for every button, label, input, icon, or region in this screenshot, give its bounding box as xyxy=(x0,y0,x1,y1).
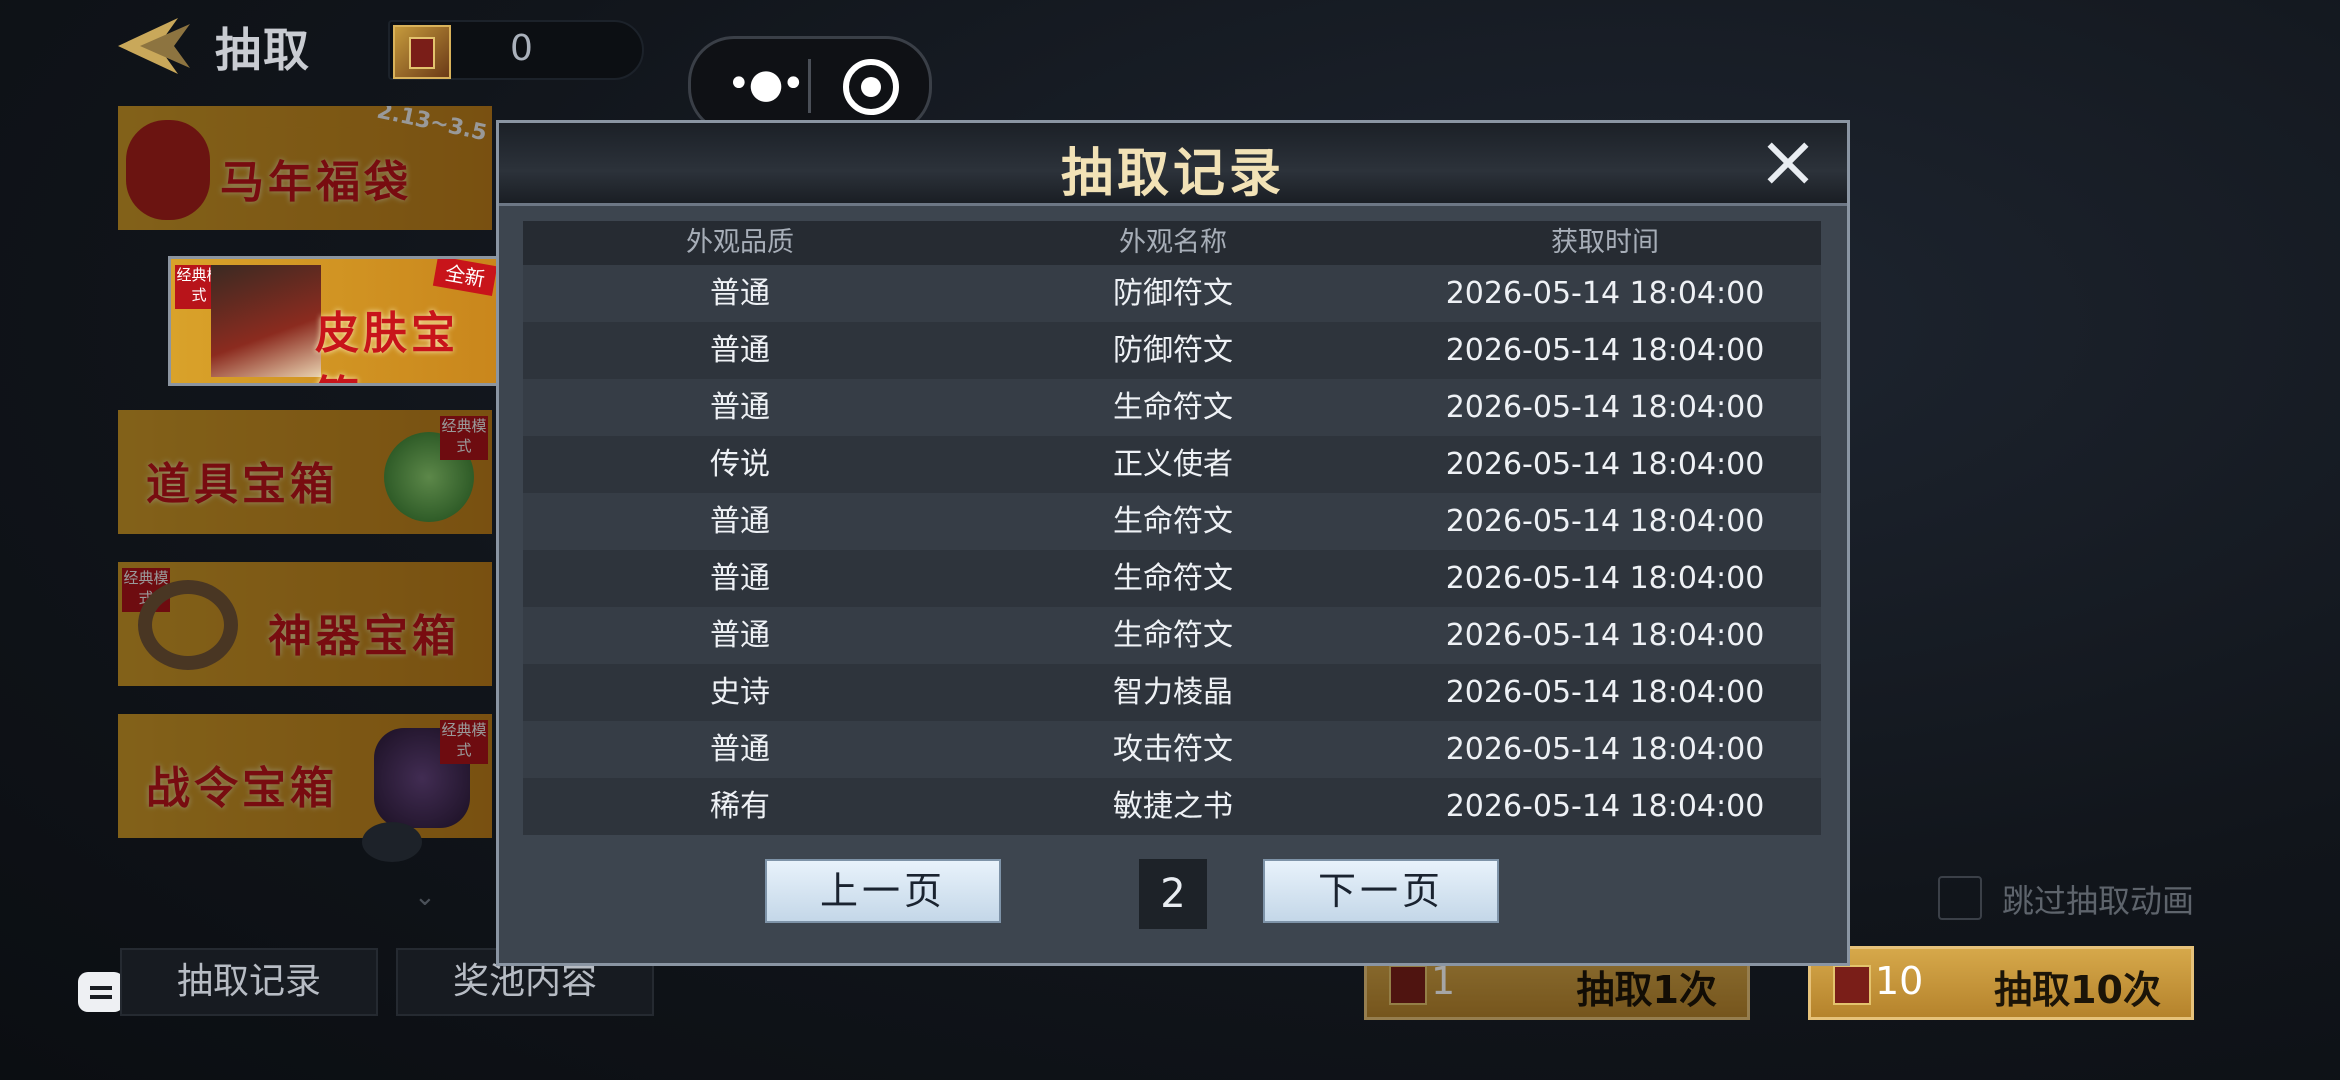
cell-name: 生命符文 xyxy=(1113,561,1233,596)
column-header-time: 获取时间 xyxy=(1551,227,1659,258)
cell-name: 防御符文 xyxy=(1113,333,1233,368)
column-header-quality: 外观品质 xyxy=(686,227,794,258)
banner-battle-pass-box[interactable]: 战令宝箱 经典模式 xyxy=(118,714,492,838)
cell-time: 2026-05-14 18:04:00 xyxy=(1445,561,1765,596)
cell-name: 智力棱晶 xyxy=(1113,675,1233,710)
draw-records-tab[interactable]: 抽取记录 xyxy=(120,948,378,1016)
draw-ten-button[interactable]: 10 抽取10次 xyxy=(1808,946,2194,1020)
currency-display: 0 xyxy=(388,20,644,80)
cell-quality: 稀有 xyxy=(710,789,770,824)
cell-name: 敏捷之书 xyxy=(1113,789,1233,824)
table-row: 普通 生命符文 2026-05-14 18:04:00 xyxy=(523,493,1821,550)
cell-quality: 史诗 xyxy=(710,675,770,710)
records-table: 外观品质 外观名称 获取时间 普通 防御符文 2026-05-14 18:04:00… xyxy=(523,221,1821,835)
cell-quality: 普通 xyxy=(710,333,770,368)
chat-icon[interactable] xyxy=(78,972,124,1012)
cell-time: 2026-05-14 18:04:00 xyxy=(1445,276,1765,311)
table-header: 外观品质 外观名称 获取时间 xyxy=(523,221,1821,265)
cell-name: 防御符文 xyxy=(1113,276,1233,311)
banner-item-box[interactable]: 道具宝箱 经典模式 xyxy=(118,410,492,534)
cell-quality: 普通 xyxy=(710,504,770,539)
skip-animation-checkbox[interactable] xyxy=(1938,876,1982,920)
table-row: 传说 正义使者 2026-05-14 18:04:00 xyxy=(523,436,1821,493)
table-row: 普通 生命符文 2026-05-14 18:04:00 xyxy=(523,379,1821,436)
table-row: 普通 生命符文 2026-05-14 18:04:00 xyxy=(523,607,1821,664)
skip-animation-label: 跳过抽取动画 xyxy=(2002,882,2195,920)
table-row: 史诗 智力棱晶 2026-05-14 18:04:00 xyxy=(523,664,1821,721)
cell-quality: 传说 xyxy=(710,447,770,482)
ring-item-icon xyxy=(138,580,238,670)
banner-artifact-box[interactable]: 经典模式 神器宝箱 xyxy=(118,562,492,686)
target-icon[interactable] xyxy=(843,59,899,115)
cell-time: 2026-05-14 18:04:00 xyxy=(1445,675,1765,710)
cell-time: 2026-05-14 18:04:00 xyxy=(1445,732,1765,767)
next-page-button[interactable]: 下一页 xyxy=(1263,859,1499,923)
new-badge: 全新 xyxy=(432,259,498,296)
classic-mode-tag: 经典模式 xyxy=(440,416,488,460)
prev-page-button[interactable]: 上一页 xyxy=(765,859,1001,923)
cell-time: 2026-05-14 18:04:00 xyxy=(1445,618,1765,653)
modal-header: 抽取记录 xyxy=(499,123,1847,206)
column-header-name: 外观名称 xyxy=(1119,227,1227,258)
more-dots-icon[interactable]: •●• xyxy=(727,64,805,104)
back-arrow-icon[interactable] xyxy=(118,18,190,74)
banner-label: 马年福袋 xyxy=(220,157,412,208)
draw-ticket-icon xyxy=(393,25,451,79)
draw-records-modal: 抽取记录 外观品质 外观名称 获取时间 普通 防御符文 2026-05-14 18:… xyxy=(496,120,1850,966)
cell-name: 生命符文 xyxy=(1113,390,1233,425)
table-row: 稀有 敏捷之书 2026-05-14 18:04:00 xyxy=(523,778,1821,835)
cell-time: 2026-05-14 18:04:00 xyxy=(1445,447,1765,482)
cell-name: 生命符文 xyxy=(1113,618,1233,653)
cell-time: 2026-05-14 18:04:00 xyxy=(1445,789,1765,824)
table-row: 普通 防御符文 2026-05-14 18:04:00 xyxy=(523,322,1821,379)
cell-time: 2026-05-14 18:04:00 xyxy=(1445,504,1765,539)
cell-time: 2026-05-14 18:04:00 xyxy=(1445,390,1765,425)
banner-horse-year-bag[interactable]: 马年福袋 2.13~3.5 xyxy=(118,106,492,230)
cell-quality: 普通 xyxy=(710,390,770,425)
lucky-bag-icon xyxy=(126,120,210,220)
cell-time: 2026-05-14 18:04:00 xyxy=(1445,333,1765,368)
banner-label: 道具宝箱 xyxy=(146,459,338,510)
close-icon[interactable] xyxy=(1765,141,1809,185)
currency-amount: 0 xyxy=(510,28,533,69)
draw-label: 抽取1次 xyxy=(1576,968,1717,1012)
banner-label: 神器宝箱 xyxy=(268,611,460,662)
banner-label: 皮肤宝箱 xyxy=(315,308,459,383)
table-row: 普通 生命符文 2026-05-14 18:04:00 xyxy=(523,550,1821,607)
table-row: 普通 防御符文 2026-05-14 18:04:00 xyxy=(523,265,1821,322)
banner-date-badge: 2.13~3.5 xyxy=(374,106,490,147)
page-title: 抽取 xyxy=(215,23,311,77)
chevron-down-icon[interactable]: ⌄ xyxy=(414,882,436,912)
cell-quality: 普通 xyxy=(710,561,770,596)
cell-name: 攻击符文 xyxy=(1113,732,1233,767)
cell-quality: 普通 xyxy=(710,276,770,311)
page-number: 2 xyxy=(1139,859,1207,929)
cell-quality: 普通 xyxy=(710,618,770,653)
draw-ticket-icon xyxy=(1389,965,1427,1005)
cell-quality: 普通 xyxy=(710,732,770,767)
cell-name: 生命符文 xyxy=(1113,504,1233,539)
banner-skin-box[interactable]: 经典模式 皮肤宝箱 全新 xyxy=(168,256,504,386)
capsule-divider xyxy=(808,59,811,113)
modal-title: 抽取记录 xyxy=(1060,144,1285,204)
banner-label: 战令宝箱 xyxy=(146,763,338,814)
draw-ticket-icon xyxy=(1833,965,1871,1005)
scroll-indicator xyxy=(362,822,422,862)
table-row: 普通 攻击符文 2026-05-14 18:04:00 xyxy=(523,721,1821,778)
draw-cost: 10 xyxy=(1875,959,1924,1003)
draw-label: 抽取10次 xyxy=(1994,968,2161,1012)
cell-name: 正义使者 xyxy=(1113,447,1233,482)
hero-portrait xyxy=(211,265,321,377)
classic-mode-tag: 经典模式 xyxy=(440,720,488,764)
